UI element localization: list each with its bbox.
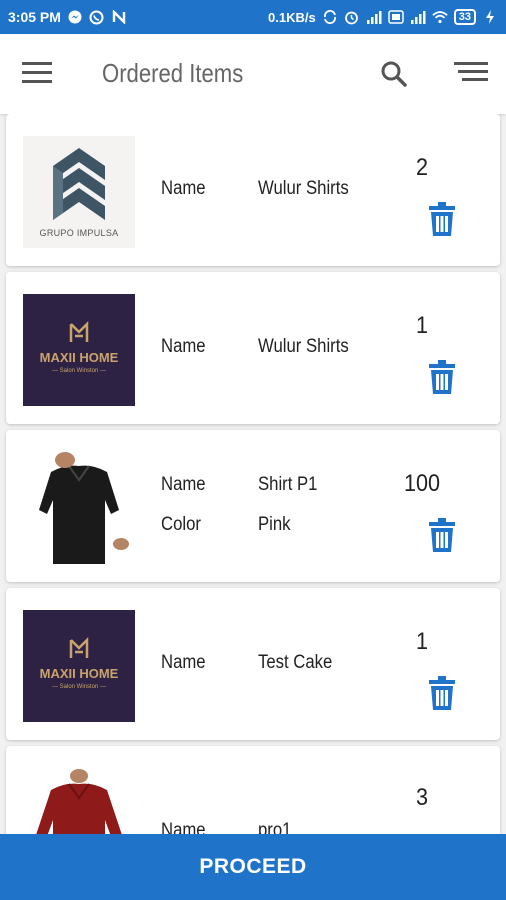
field-value: Pink	[258, 514, 291, 535]
app-bar: Ordered Items	[0, 34, 506, 114]
trash-icon[interactable]	[427, 518, 457, 552]
wifi-icon	[432, 9, 448, 25]
product-image-caption: MAXII HOME	[39, 350, 119, 365]
list-item: MAXII HOME — Salon Winston — Name Test C…	[6, 588, 500, 740]
volte-icon	[388, 9, 404, 25]
signal-icon	[366, 9, 382, 25]
net-speed: 0.1KB/s	[268, 9, 316, 25]
product-image	[23, 768, 135, 834]
sort-icon[interactable]	[448, 62, 488, 86]
product-image-caption: GRUPO IMPULSA	[39, 228, 119, 238]
field-value: Wulur Shirts	[258, 336, 349, 357]
product-image: MAXII HOME — Salon Winston —	[23, 294, 135, 406]
search-icon[interactable]	[378, 58, 410, 90]
whatsapp-icon	[89, 9, 105, 25]
quantity: 3	[415, 784, 429, 811]
status-time: 3:05 PM	[8, 9, 61, 25]
trash-icon[interactable]	[427, 202, 457, 236]
field-label: Name	[161, 820, 206, 834]
proceed-button[interactable]: PROCEED	[0, 834, 506, 900]
signal-icon-2	[410, 9, 426, 25]
list-item: Name pro1 3	[6, 746, 500, 834]
status-bar-left: 3:05 PM	[8, 9, 127, 25]
list-item: Name Shirt P1 Color Pink 100	[6, 430, 500, 582]
quantity: 1	[415, 312, 429, 339]
field-label: Name	[161, 178, 206, 199]
page-title: Ordered Items	[102, 58, 244, 88]
product-image-subcaption: — Salon Winston —	[51, 684, 107, 690]
charging-icon	[482, 9, 498, 25]
alarm-icon	[344, 9, 360, 25]
field-value: pro1	[258, 820, 292, 834]
field-value: Shirt P1	[258, 474, 318, 495]
field-label: Name	[161, 474, 206, 495]
product-image-caption: MAXII HOME	[39, 666, 119, 681]
field-value: Wulur Shirts	[258, 178, 349, 199]
product-image: MAXII HOME — Salon Winston —	[23, 610, 135, 722]
quantity: 100	[403, 470, 441, 497]
field-label: Color	[161, 514, 201, 535]
trash-icon[interactable]	[427, 360, 457, 394]
status-bar: 3:05 PM 0.1KB/s 33	[0, 0, 506, 34]
notification-n-icon	[111, 9, 127, 25]
list-item: MAXII HOME — Salon Winston — Name Wulur …	[6, 272, 500, 424]
messenger-icon	[67, 9, 83, 25]
ordered-items-list: GRUPO IMPULSA Name Wulur Shirts 2 MAXII …	[0, 114, 506, 834]
product-image	[23, 452, 135, 564]
trash-icon[interactable]	[427, 676, 457, 710]
battery-indicator: 33	[453, 9, 476, 25]
quantity: 2	[415, 154, 429, 181]
product-image: GRUPO IMPULSA	[23, 136, 135, 248]
field-value: Test Cake	[258, 652, 333, 673]
sync-icon	[322, 9, 338, 25]
quantity: 1	[415, 628, 429, 655]
field-label: Name	[161, 652, 206, 673]
field-label: Name	[161, 336, 206, 357]
status-bar-right: 0.1KB/s 33	[268, 9, 498, 25]
menu-icon[interactable]	[22, 62, 58, 86]
product-image-subcaption: — Salon Winston —	[51, 368, 107, 374]
list-item: GRUPO IMPULSA Name Wulur Shirts 2	[6, 114, 500, 266]
